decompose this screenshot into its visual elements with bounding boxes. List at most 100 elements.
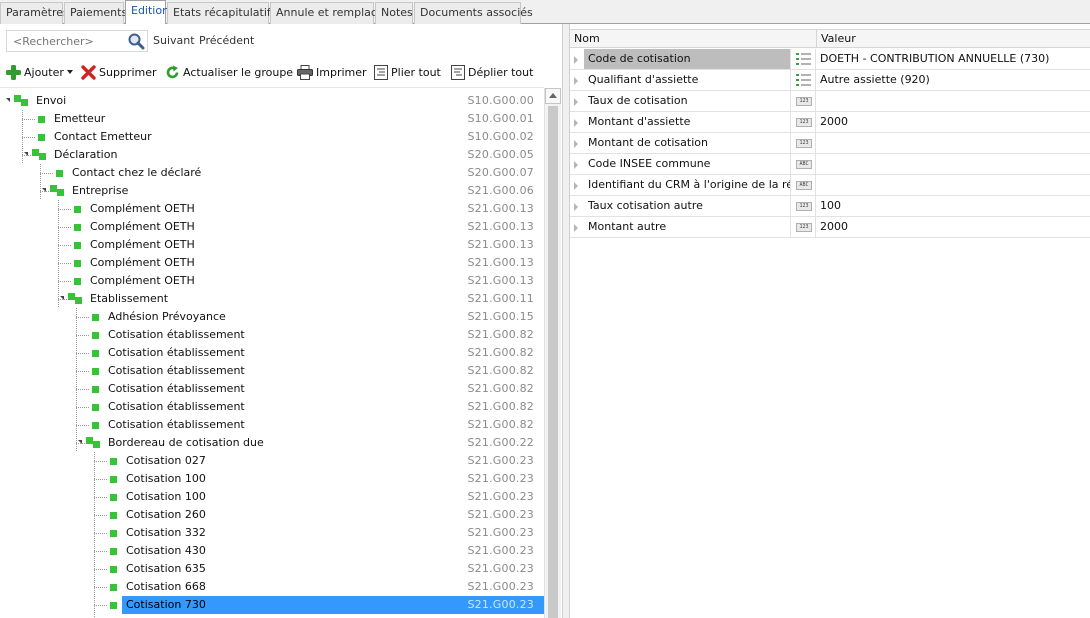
property-row[interactable]: Code INSEE commune ABC bbox=[570, 154, 1090, 175]
tree-node[interactable]: Cotisation 100 S21.G00.23 bbox=[0, 470, 544, 488]
tree-node[interactable]: Cotisation 332 S21.G00.23 bbox=[0, 524, 544, 542]
tree-node-label: Contact chez le déclaré bbox=[72, 166, 202, 179]
tree-node-code: S21.G00.82 bbox=[467, 418, 534, 431]
delete-button[interactable]: Supprimer bbox=[81, 63, 157, 81]
property-row[interactable]: Identifiant du CRM à l'origine de la rég… bbox=[570, 175, 1090, 196]
numeric-type-icon: 123 bbox=[796, 223, 812, 232]
property-name: Code de cotisation bbox=[584, 49, 790, 69]
property-value[interactable] bbox=[816, 91, 820, 111]
property-row[interactable]: Taux cotisation autre 123 100 bbox=[570, 196, 1090, 217]
column-header-value[interactable]: Valeur bbox=[816, 30, 856, 48]
tree-node-code: S21.G00.82 bbox=[467, 382, 534, 395]
property-value[interactable] bbox=[816, 175, 820, 195]
scroll-thumb[interactable] bbox=[548, 106, 558, 618]
add-button[interactable]: Ajouter bbox=[6, 63, 77, 81]
scroll-up-button[interactable] bbox=[545, 88, 561, 104]
tree-node[interactable]: Complément OETH S21.G00.13 bbox=[0, 254, 544, 272]
tree-node[interactable]: Contact chez le déclaré S20.G00.07 bbox=[0, 164, 544, 182]
tree-node-code: S21.G00.15 bbox=[467, 310, 534, 323]
tree-node[interactable]: Entreprise S21.G00.06 bbox=[0, 182, 544, 200]
type-icon-cell: ABC bbox=[790, 175, 816, 195]
add-label: Ajouter bbox=[24, 65, 64, 79]
tree-node[interactable]: Cotisation 260 S21.G00.23 bbox=[0, 506, 544, 524]
expand-triangle-icon[interactable] bbox=[42, 188, 46, 192]
refresh-icon bbox=[166, 65, 179, 78]
chevron-up-icon bbox=[549, 93, 557, 98]
tree-node[interactable]: Contact Emetteur S10.G00.02 bbox=[0, 128, 544, 146]
property-value[interactable]: Autre assiette (920) bbox=[816, 70, 930, 90]
tree-node[interactable]: Cotisation établissement S21.G00.82 bbox=[0, 344, 544, 362]
tab-edition[interactable]: Edition bbox=[125, 0, 169, 25]
property-value[interactable]: 2000 bbox=[816, 112, 848, 132]
tree-node[interactable]: Cotisation 740 S21.G00.23 bbox=[0, 614, 544, 618]
tree-node[interactable]: Cotisation établissement S21.G00.82 bbox=[0, 380, 544, 398]
tree-node[interactable]: Cotisation 668 S21.G00.23 bbox=[0, 578, 544, 596]
tree-node[interactable]: Cotisation 730 S21.G00.23 bbox=[0, 596, 544, 614]
expand-triangle-icon[interactable] bbox=[24, 152, 28, 156]
tree-node[interactable]: Bordereau de cotisation due S21.G00.22 bbox=[0, 434, 544, 452]
pane-splitter[interactable] bbox=[562, 24, 570, 618]
tree-connector bbox=[58, 254, 72, 272]
search-icon[interactable] bbox=[127, 32, 147, 50]
property-name: Montant autre bbox=[588, 220, 667, 233]
expand-triangle-icon[interactable] bbox=[78, 440, 82, 444]
property-value[interactable] bbox=[816, 133, 820, 153]
printer-icon bbox=[297, 64, 313, 80]
print-button[interactable]: Imprimer bbox=[297, 63, 367, 81]
tree-scrollbar[interactable] bbox=[544, 88, 561, 618]
refresh-group-button[interactable]: Actualiser le groupe bbox=[165, 63, 293, 81]
expand-all-button[interactable]: Déplier tout bbox=[451, 63, 533, 81]
tree-node[interactable]: Cotisation établissement S21.G00.82 bbox=[0, 398, 544, 416]
next-button[interactable]: Suivant bbox=[153, 34, 195, 47]
tab-documents-associ-s[interactable]: Documents associés bbox=[414, 2, 533, 24]
tree-node[interactable]: Cotisation 100 S21.G00.23 bbox=[0, 488, 544, 506]
tree-node-label: Cotisation 027 bbox=[126, 454, 206, 467]
expand-triangle-icon[interactable] bbox=[6, 98, 10, 102]
tree-node[interactable]: Complément OETH S21.G00.13 bbox=[0, 272, 544, 290]
tree-node[interactable]: Cotisation établissement S21.G00.82 bbox=[0, 416, 544, 434]
tree-node[interactable]: Cotisation 027 S21.G00.23 bbox=[0, 452, 544, 470]
tree-node[interactable]: Cotisation établissement S21.G00.82 bbox=[0, 326, 544, 344]
toolbar: Ajouter Supprimer Actualiser le groupe I… bbox=[0, 60, 562, 84]
leaf-node-icon bbox=[92, 350, 99, 357]
tree-node[interactable]: Cotisation 635 S21.G00.23 bbox=[0, 560, 544, 578]
property-value[interactable]: 100 bbox=[816, 196, 841, 216]
tree-node-code: S20.G00.07 bbox=[467, 166, 534, 179]
row-arrow-icon bbox=[574, 224, 578, 232]
property-value[interactable]: DOETH - CONTRIBUTION ANNUELLE (730) bbox=[816, 49, 1049, 69]
collapse-all-button[interactable]: Plier tout bbox=[374, 63, 441, 81]
tree-node[interactable]: Complément OETH S21.G00.13 bbox=[0, 218, 544, 236]
tree-node[interactable]: Cotisation établissement S21.G00.82 bbox=[0, 362, 544, 380]
tree-node[interactable]: Cotisation 430 S21.G00.23 bbox=[0, 542, 544, 560]
numeric-type-icon: 123 bbox=[796, 118, 812, 127]
tree-node[interactable]: Complément OETH S21.G00.13 bbox=[0, 236, 544, 254]
tree-node[interactable]: Etablissement S21.G00.11 bbox=[0, 290, 544, 308]
tree-node[interactable]: Emetteur S10.G00.01 bbox=[0, 110, 544, 128]
expand-triangle-icon[interactable] bbox=[60, 296, 64, 300]
property-row[interactable]: Qualifiant d'assiette Autre assiette (920… bbox=[570, 70, 1090, 91]
property-row[interactable]: Taux de cotisation 123 bbox=[570, 91, 1090, 112]
collapse-icon bbox=[374, 64, 388, 80]
tree-node[interactable]: Adhésion Prévoyance S21.G00.15 bbox=[0, 308, 544, 326]
tab-param-tres[interactable]: Paramètres bbox=[0, 2, 69, 24]
property-row[interactable]: Montant autre 123 2000 bbox=[570, 217, 1090, 238]
column-header-name[interactable]: Nom bbox=[570, 30, 600, 48]
tab-notes[interactable]: Notes bbox=[375, 2, 413, 24]
property-value[interactable] bbox=[816, 154, 820, 174]
tree-node-code: S21.G00.23 bbox=[468, 614, 535, 618]
property-value[interactable]: 2000 bbox=[816, 217, 848, 237]
previous-button[interactable]: Précédent bbox=[199, 34, 254, 47]
tree-connector bbox=[94, 542, 108, 560]
tree-node-code: S21.G00.23 bbox=[467, 598, 534, 611]
tab-etats-r-capitulatifs[interactable]: Etats récapitulatifs bbox=[167, 2, 276, 24]
tree-node[interactable]: Complément OETH S21.G00.13 bbox=[0, 200, 544, 218]
property-name: Montant de cotisation bbox=[588, 136, 708, 149]
tree-node[interactable]: Déclaration S20.G00.05 bbox=[0, 146, 544, 164]
tab-paiements[interactable]: Paiements bbox=[64, 2, 127, 24]
property-row[interactable]: Montant d'assiette 123 2000 bbox=[570, 112, 1090, 133]
tab-annule-et-remplace[interactable]: Annule et remplace bbox=[270, 2, 384, 24]
tree-node[interactable]: Envoi S10.G00.00 bbox=[0, 92, 544, 110]
property-row[interactable]: Montant de cotisation 123 bbox=[570, 133, 1090, 154]
tree-node-code: S20.G00.05 bbox=[467, 148, 534, 161]
property-row[interactable]: Code de cotisation DOETH - CONTRIBUTION A… bbox=[570, 49, 1090, 70]
